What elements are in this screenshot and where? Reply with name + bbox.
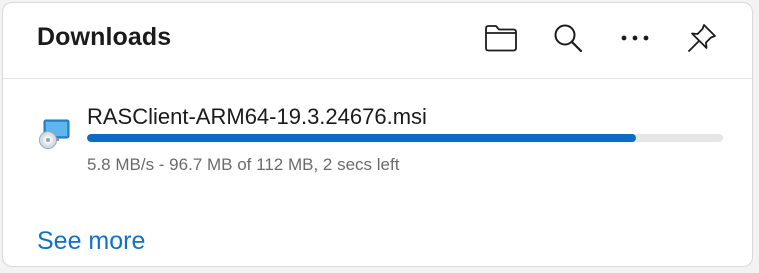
download-file-name[interactable]: RASClient-ARM64-19.3.24676.msi	[87, 104, 427, 130]
downloads-panel: Downloads RASClient-ARM64-19.3.24676.msi…	[2, 2, 753, 267]
more-icon	[621, 35, 649, 41]
more-options-button[interactable]	[616, 19, 654, 57]
download-progress-bar	[87, 134, 723, 142]
download-item[interactable]: RASClient-ARM64-19.3.24676.msi 5.8 MB/s …	[3, 80, 752, 200]
panel-title: Downloads	[37, 23, 172, 51]
search-icon	[554, 24, 583, 53]
see-more-link[interactable]: See more	[37, 227, 145, 256]
download-status: 5.8 MB/s - 96.7 MB of 112 MB, 2 secs lef…	[87, 155, 400, 174]
pin-icon	[688, 24, 716, 52]
search-button[interactable]	[549, 19, 587, 57]
open-folder-button[interactable]	[482, 19, 520, 57]
download-progress-fill	[87, 134, 636, 142]
downloads-header: Downloads	[3, 3, 752, 79]
pin-button[interactable]	[683, 19, 721, 57]
installer-package-icon	[37, 117, 71, 151]
folder-icon	[485, 25, 517, 52]
